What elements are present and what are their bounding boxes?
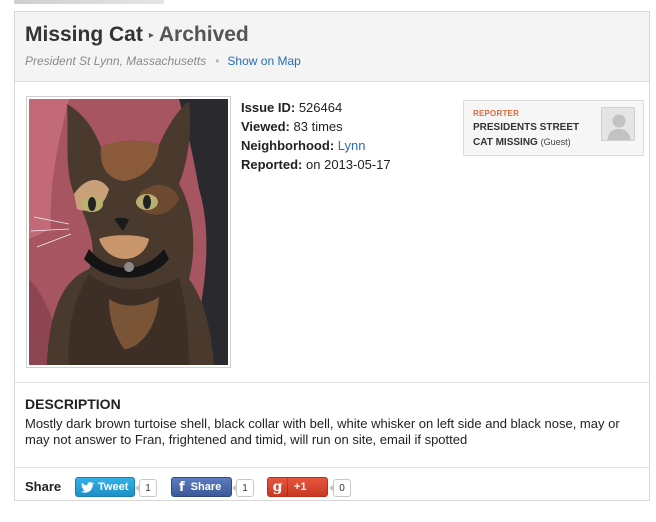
tweet-label: Tweet (98, 481, 129, 493)
top-edge (0, 0, 656, 10)
google-plus-count: 0 (329, 479, 351, 497)
issue-id-row: Issue ID: 526464 (241, 98, 391, 117)
status-title: Archived (158, 23, 249, 46)
share-bar: Share Tweet 1 f Share 1 g +1 0 (15, 467, 649, 500)
address-row: President St Lynn, Massachusetts • Show … (25, 54, 301, 68)
reporter-role: (Guest) (540, 137, 571, 147)
twitter-bird-icon (81, 481, 94, 493)
issue-id-label: Issue ID: (241, 100, 296, 115)
default-avatar-icon (602, 108, 634, 140)
reporter-box: REPORTER PRESIDENTS STREET CAT MISSING (… (463, 100, 644, 156)
reporter-tag: REPORTER (473, 109, 520, 118)
reported-label: Reported: (241, 157, 303, 172)
issue-id-value: 526464 (298, 100, 343, 115)
facebook-f-icon: f (179, 479, 185, 495)
viewed-label: Viewed: (241, 119, 290, 134)
address-text: President St Lynn, Massachusetts (25, 54, 207, 68)
avatar[interactable] (601, 107, 635, 141)
google-plus-button[interactable]: g +1 (267, 477, 328, 497)
cat-photo (29, 99, 228, 365)
facebook-share-button[interactable]: f Share (171, 477, 232, 497)
reporter-name-block[interactable]: PRESIDENTS STREET CAT MISSING (Guest) (473, 121, 599, 150)
neighborhood-label: Neighborhood: (241, 138, 335, 153)
show-on-map-link[interactable]: Show on Map (227, 54, 300, 68)
tweet-button[interactable]: Tweet (75, 477, 135, 497)
reported-value: on 2013-05-17 (306, 157, 391, 172)
share-label: Share (25, 479, 62, 494)
section-divider (15, 382, 649, 383)
tweet-count: 1 (135, 479, 157, 497)
photo-frame[interactable] (26, 96, 231, 368)
google-g-icon: g (268, 478, 288, 496)
issue-card: Missing Cat ▸ Archived President St Lynn… (14, 11, 650, 501)
separator-dot-icon: • (215, 54, 220, 68)
neighborhood-row: Neighborhood: Lynn (241, 136, 391, 155)
viewed-row: Viewed: 83 times (241, 117, 391, 136)
issue-header: Missing Cat ▸ Archived President St Lynn… (15, 12, 649, 82)
facebook-share-label: Share (190, 481, 222, 493)
description-title: DESCRIPTION (25, 396, 121, 412)
description-text: Mostly dark brown turtoise shell, black … (25, 416, 620, 447)
issue-info: Issue ID: 526464 Viewed: 83 times Neighb… (241, 98, 391, 174)
page-title: Missing Cat (25, 23, 143, 46)
top-edge-fade (14, 0, 164, 4)
viewed-value: 83 times (293, 119, 343, 134)
title-row: Missing Cat ▸ Archived (25, 20, 249, 50)
breadcrumb-arrow-icon: ▸ (148, 29, 154, 41)
neighborhood-link[interactable]: Lynn (338, 138, 366, 153)
issue-body: Issue ID: 526464 Viewed: 83 times Neighb… (15, 92, 649, 382)
google-plus-label: +1 (294, 481, 307, 493)
facebook-share-count: 1 (232, 479, 254, 497)
reported-row: Reported: on 2013-05-17 (241, 155, 391, 174)
